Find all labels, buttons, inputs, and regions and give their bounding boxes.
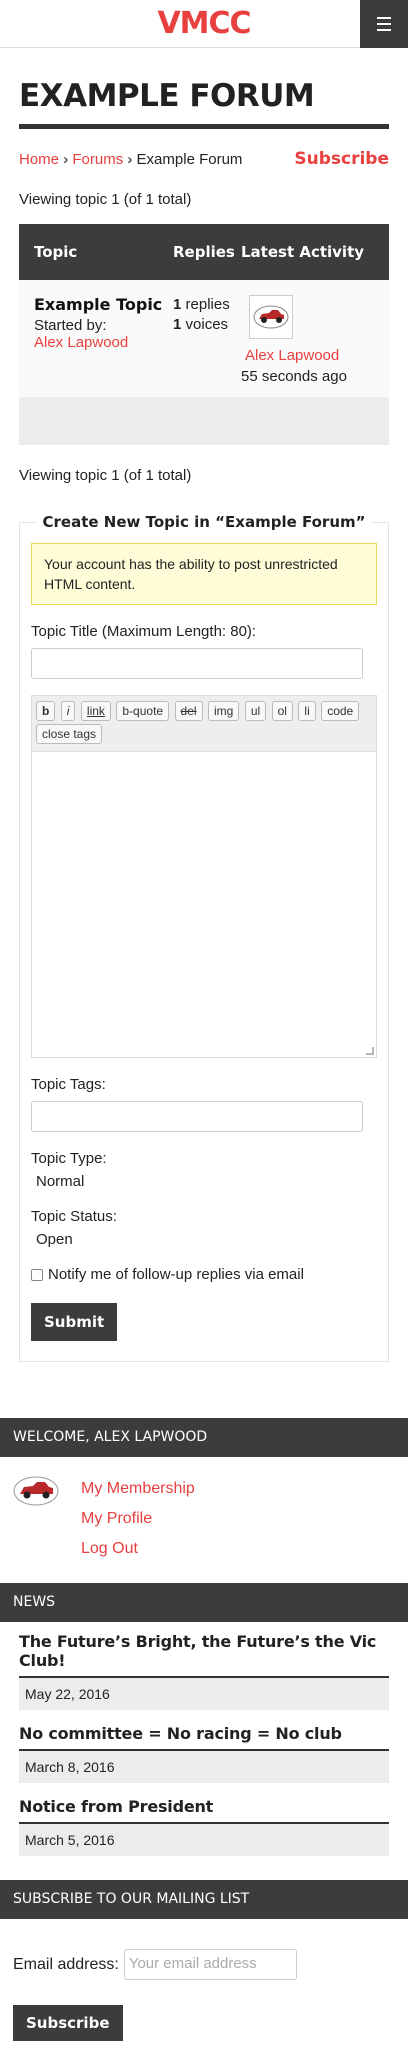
new-topic-form: Create New Topic in “Example Forum” Your… <box>19 513 389 1362</box>
topic-type-select[interactable]: Normal <box>36 1173 377 1190</box>
topic-status-label: Topic Status: <box>31 1208 117 1225</box>
topics-table: Topic Replies Latest Activity Example To… <box>19 224 389 445</box>
welcome-heading: WELCOME, ALEX LAPWOOD <box>0 1418 408 1457</box>
breadcrumb-row: Home › Forums › Example Forum Subscribe <box>19 149 389 169</box>
welcome-widget: WELCOME, ALEX LAPWOOD My Membership My P… <box>0 1418 408 1581</box>
replies-label: replies <box>185 296 230 313</box>
topic-title-label: Topic Title (Maximum Length: 80): <box>31 623 257 640</box>
ul-button[interactable]: ul <box>244 701 267 721</box>
table-header: Topic Replies Latest Activity <box>19 224 389 280</box>
topic-title-link[interactable]: Example Topic <box>34 295 173 314</box>
mailing-heading: SUBSCRIBE TO OUR MAILING LIST <box>0 1880 408 1919</box>
topic-tags-label: Topic Tags: <box>31 1076 106 1093</box>
page-title: EXAMPLE FORUM <box>19 78 389 129</box>
club-avatar-icon <box>13 1476 59 1506</box>
bold-button[interactable]: b <box>36 701 56 721</box>
email-label: Email address: <box>13 1955 119 1973</box>
resize-handle-icon[interactable] <box>366 1047 374 1055</box>
topic-content-textarea[interactable] <box>32 751 376 1057</box>
voices-count: 1 <box>173 316 182 333</box>
news-title-link[interactable]: The Future’s Bright, the Future’s the Vi… <box>19 1632 389 1678</box>
started-by-label: Started by: <box>34 317 107 334</box>
menu-toggle-button[interactable] <box>360 0 408 48</box>
news-widget: NEWS The Future’s Bright, the Future’s t… <box>0 1583 408 1856</box>
news-item: The Future’s Bright, the Future’s the Vi… <box>19 1632 389 1710</box>
html-notice: Your account has the ability to post unr… <box>31 543 377 605</box>
column-header-latest: Latest Activity <box>241 243 365 261</box>
avatar[interactable] <box>249 295 293 339</box>
ol-button[interactable]: ol <box>271 701 293 721</box>
breadcrumb-forums[interactable]: Forums <box>72 151 123 168</box>
del-button[interactable]: del <box>174 701 203 721</box>
breadcrumb-home[interactable]: Home <box>19 151 59 168</box>
topic-author-link[interactable]: Alex Lapwood <box>34 334 128 351</box>
news-title-link[interactable]: No committee = No racing = No club <box>19 1724 389 1751</box>
notify-option: Notify me of follow-up replies via email <box>31 1266 377 1283</box>
news-date: March 5, 2016 <box>19 1824 389 1856</box>
site-logo[interactable]: VMCC <box>0 0 360 48</box>
topic-type-label: Topic Type: <box>31 1150 107 1167</box>
site-header: VMCC <box>0 0 408 48</box>
pagination-count: Viewing topic 1 (of 1 total) <box>19 191 192 208</box>
voices-count-line: 1 voices <box>173 315 241 335</box>
breadcrumb-separator: › <box>127 150 133 168</box>
news-heading: NEWS <box>0 1583 408 1622</box>
news-date: May 22, 2016 <box>19 1678 389 1710</box>
log-out-link[interactable]: Log Out <box>81 1534 195 1564</box>
img-button[interactable]: img <box>208 701 240 721</box>
topic-status-select[interactable]: Open <box>36 1231 377 1248</box>
column-header-replies: Replies <box>173 243 235 261</box>
close-tags-button[interactable]: close tags <box>36 724 103 744</box>
topic-tags-input[interactable] <box>31 1101 363 1132</box>
latest-activity-time[interactable]: 55 seconds ago <box>241 368 389 385</box>
news-title-link[interactable]: Notice from President <box>19 1797 389 1824</box>
submit-button[interactable]: Submit <box>31 1303 118 1341</box>
voices-label: voices <box>185 316 229 333</box>
email-field[interactable]: Your email address <box>123 1949 297 1980</box>
pagination-count-bottom: Viewing topic 1 (of 1 total) <box>19 467 192 484</box>
topic-title-input[interactable] <box>31 648 363 679</box>
column-header-topic: Topic <box>34 243 78 261</box>
notify-checkbox[interactable] <box>31 1268 43 1281</box>
li-button[interactable]: li <box>298 701 316 721</box>
subscribe-button[interactable]: Subscribe <box>13 2005 123 2041</box>
table-footer <box>19 397 389 445</box>
main-content: EXAMPLE FORUM Home › Forums › Example Fo… <box>0 78 408 1362</box>
code-button[interactable]: code <box>321 701 360 721</box>
breadcrumb-current: Example Forum <box>136 150 243 168</box>
replies-count-line: 1 replies <box>173 295 241 315</box>
news-item: No committee = No racing = No club March… <box>19 1724 389 1783</box>
replies-count: 1 <box>173 296 182 313</box>
editor-toolbar: b i link b-quote del img ul ol li code c… <box>32 696 376 751</box>
car-logo-icon <box>253 305 289 329</box>
hamburger-icon <box>377 15 391 33</box>
latest-author-link[interactable]: Alex Lapwood <box>245 347 389 364</box>
blockquote-button[interactable]: b-quote <box>116 701 170 721</box>
breadcrumb: Home › Forums › Example Forum <box>19 151 242 168</box>
table-row: Example Topic Started by: Alex Lapwood 1… <box>19 280 389 397</box>
subscribe-link[interactable]: Subscribe <box>294 149 389 169</box>
content-editor: b i link b-quote del img ul ol li code c… <box>31 695 377 1058</box>
italic-button[interactable]: i <box>60 701 76 721</box>
news-item: Notice from President March 5, 2016 <box>19 1797 389 1856</box>
breadcrumb-separator: › <box>63 150 69 168</box>
mailing-list-widget: SUBSCRIBE TO OUR MAILING LIST Email addr… <box>0 1880 408 2059</box>
link-button[interactable]: link <box>80 701 111 721</box>
my-profile-link[interactable]: My Profile <box>81 1504 195 1534</box>
notify-label[interactable]: Notify me of follow-up replies via email <box>48 1266 304 1283</box>
my-membership-link[interactable]: My Membership <box>81 1474 195 1504</box>
form-legend: Create New Topic in “Example Forum” <box>36 513 372 531</box>
news-date: March 8, 2016 <box>19 1751 389 1783</box>
